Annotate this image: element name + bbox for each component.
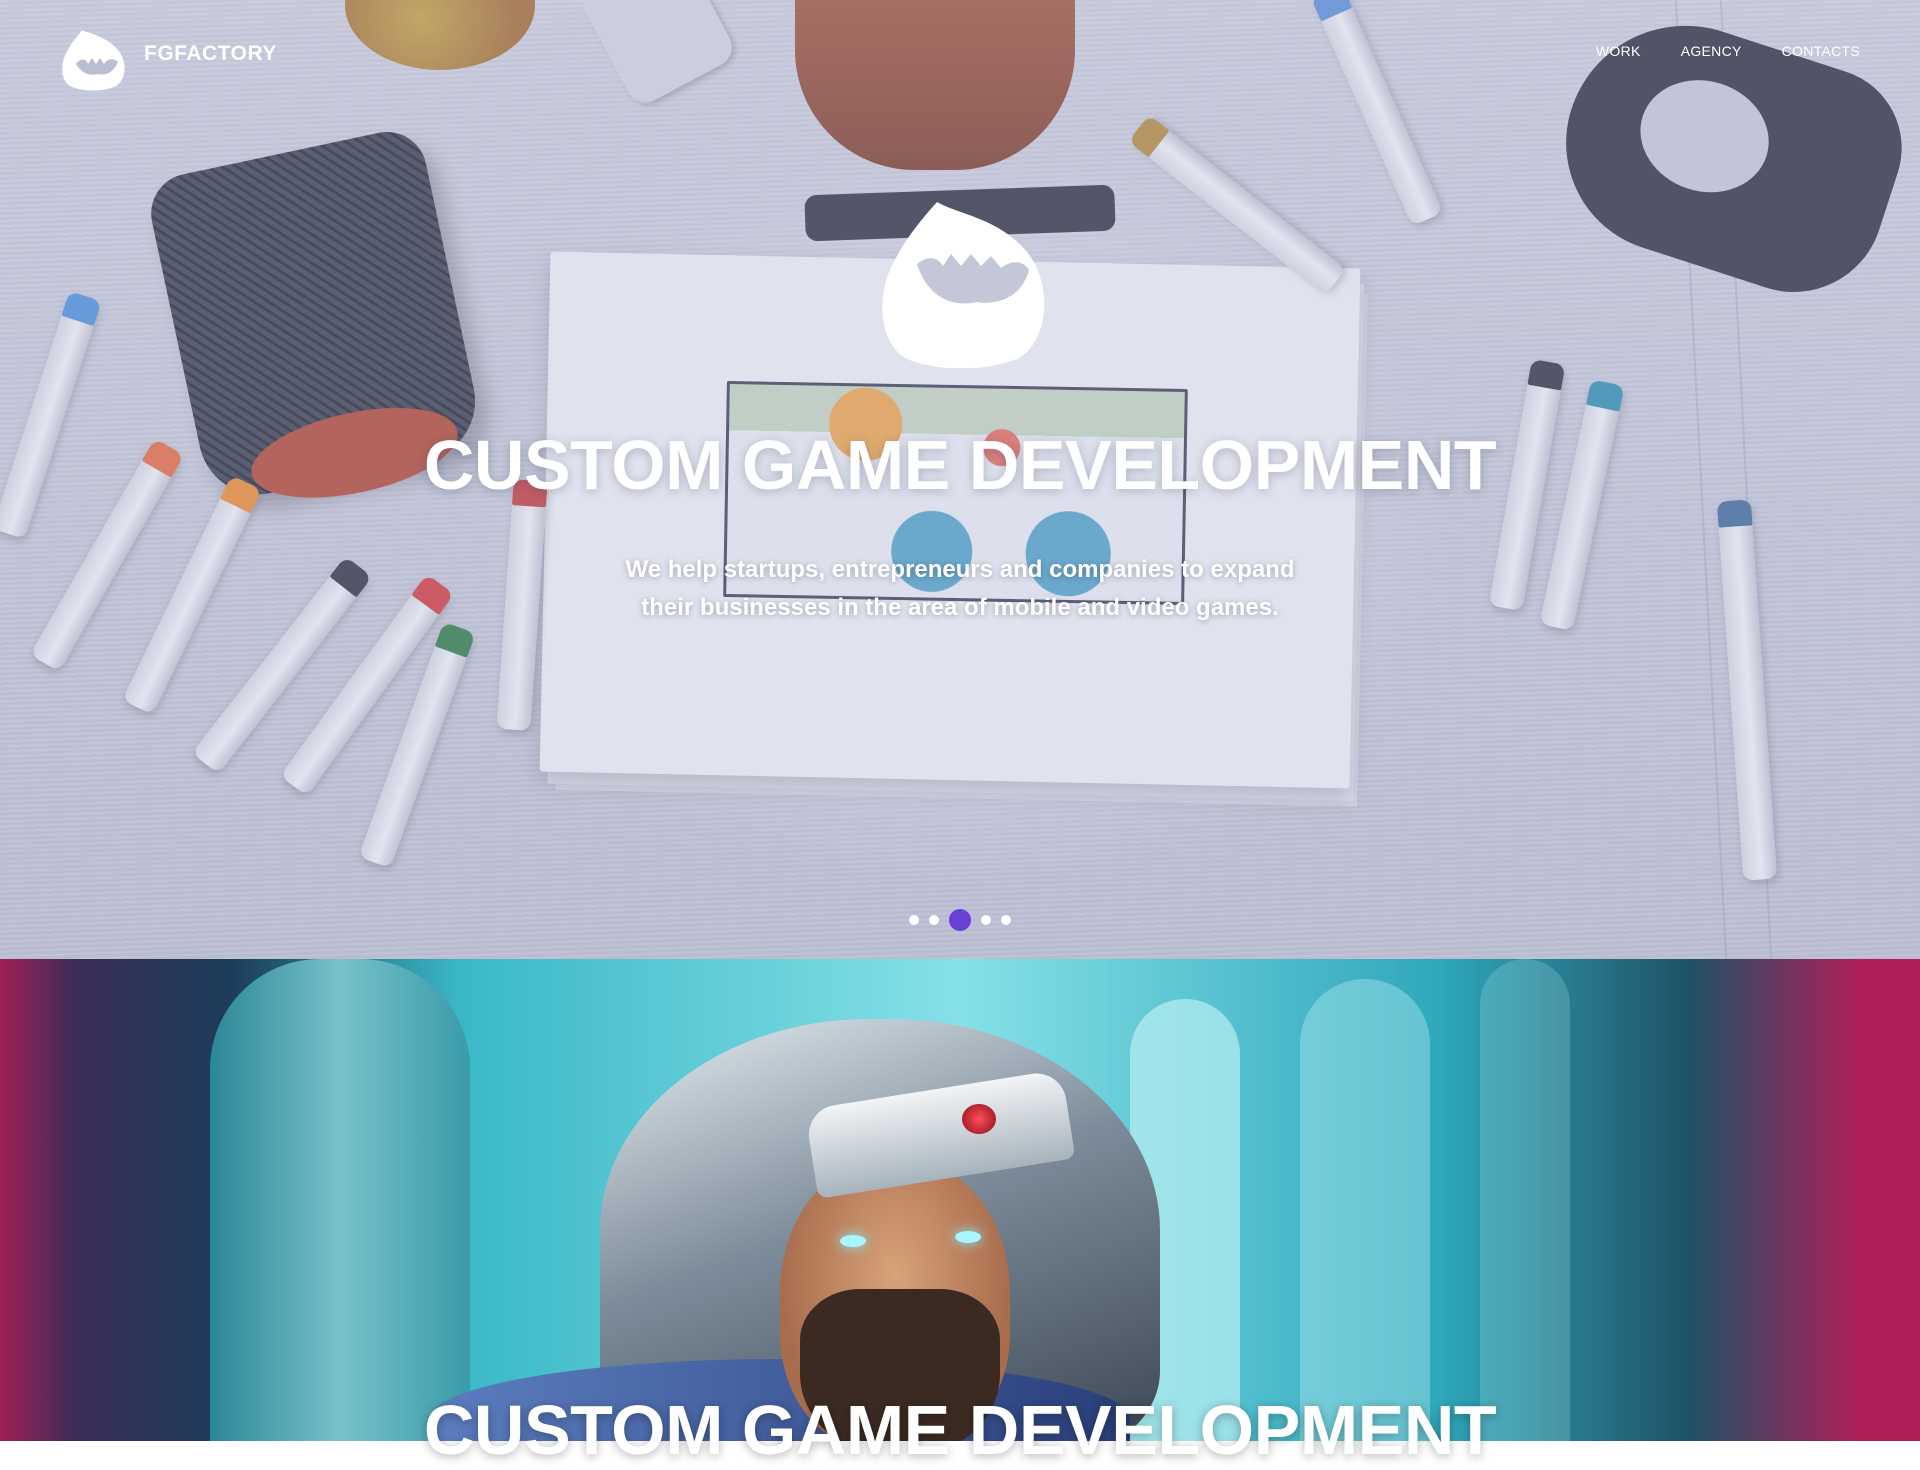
nav-contacts-link[interactable]: CONTACTS (1782, 43, 1860, 59)
slider-dot-2[interactable] (929, 915, 939, 925)
glowing-eye-artwork (955, 1231, 981, 1243)
crown-gem-artwork (962, 1104, 996, 1134)
hero-subtitle: We help startups, entrepreneurs and comp… (625, 556, 1295, 621)
fg-mascot-icon (882, 202, 1045, 368)
slider-pagination (0, 909, 1920, 931)
slider-dot-5[interactable] (1001, 915, 1011, 925)
fg-mascot-icon (62, 30, 125, 91)
arch-artwork (1300, 979, 1430, 1441)
hero-title: CUSTOM GAME DEVELOPMENT (423, 426, 1497, 504)
glowing-eye-artwork (840, 1235, 866, 1247)
nav-work-link[interactable]: WORK (1596, 43, 1641, 59)
slider-dot-1[interactable] (909, 915, 919, 925)
hero-slider: FGFACTORY WORK AGENCY CONTACTS CUSTOM GA… (0, 0, 1920, 959)
brand-name: FGFACTORY (144, 42, 277, 65)
game-art-section (0, 959, 1920, 1441)
throne-artwork (210, 959, 470, 1441)
main-nav: WORK AGENCY CONTACTS (1596, 43, 1860, 59)
arch-artwork (1480, 959, 1570, 1441)
section-title: CUSTOM GAME DEVELOPMENT (423, 1391, 1497, 1469)
slider-dot-3[interactable] (949, 909, 971, 931)
nav-agency-link[interactable]: AGENCY (1681, 43, 1742, 59)
slider-dot-4[interactable] (981, 915, 991, 925)
